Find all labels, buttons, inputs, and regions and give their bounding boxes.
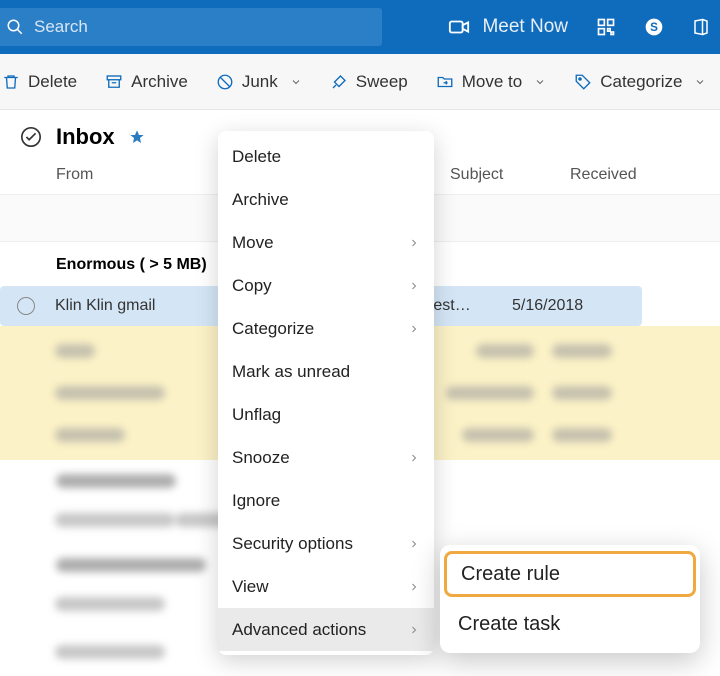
row-received: 5/16/2018 [512, 297, 642, 315]
ctx-archive-label: Archive [232, 190, 289, 210]
ctx-ignore-label: Ignore [232, 491, 280, 511]
blurred-text [55, 597, 165, 611]
ctx-security-label: Security options [232, 534, 353, 554]
chevron-down-icon [290, 76, 302, 88]
title-right-actions: Meet Now S [448, 16, 720, 38]
blurred-text [55, 386, 165, 400]
ctx-delete-label: Delete [232, 147, 281, 167]
sweep-label: Sweep [356, 72, 408, 92]
qr-icon[interactable] [596, 17, 616, 37]
blurred-text [476, 344, 534, 358]
ctx-categorize-label: Categorize [232, 319, 314, 339]
chevron-down-icon [694, 76, 706, 88]
sweep-icon [330, 73, 348, 91]
ctx-snooze[interactable]: Snooze [218, 436, 434, 479]
submenu-create-rule[interactable]: Create rule [444, 551, 696, 597]
sweep-button[interactable]: Sweep [330, 72, 408, 92]
chevron-right-icon [408, 581, 420, 593]
ctx-delete[interactable]: Delete [218, 135, 434, 178]
column-received[interactable]: Received [570, 166, 700, 184]
blurred-text [55, 428, 125, 442]
submenu-create-task-label: Create task [458, 613, 560, 636]
archive-button[interactable]: Archive [105, 72, 188, 92]
group-header-blurred[interactable] [56, 474, 176, 488]
ctx-advanced-actions[interactable]: Advanced actions [218, 608, 434, 651]
ctx-archive[interactable]: Archive [218, 178, 434, 221]
search-input[interactable] [34, 17, 372, 37]
ctx-ignore[interactable]: Ignore [218, 479, 434, 522]
search-icon [6, 18, 24, 36]
blurred-text [55, 645, 165, 659]
move-to-button[interactable]: Move to [436, 72, 546, 92]
ctx-copy[interactable]: Copy [218, 264, 434, 307]
submenu-create-rule-label: Create rule [461, 563, 560, 586]
context-menu: Delete Archive Move Copy Categorize Mark… [218, 131, 434, 655]
ctx-categorize[interactable]: Categorize [218, 307, 434, 350]
ctx-mark-unread-label: Mark as unread [232, 362, 350, 382]
ctx-view[interactable]: View [218, 565, 434, 608]
folder-name: Inbox [56, 124, 115, 150]
select-all-icon[interactable] [20, 126, 42, 148]
blurred-text [55, 513, 175, 527]
tag-icon [574, 73, 592, 91]
categorize-button[interactable]: Categorize [574, 72, 706, 92]
ctx-unflag[interactable]: Unflag [218, 393, 434, 436]
skype-icon[interactable]: S [644, 17, 664, 37]
junk-label: Junk [242, 72, 278, 92]
chevron-down-icon [534, 76, 546, 88]
column-subject[interactable]: Subject [450, 166, 570, 184]
chevron-right-icon [408, 452, 420, 464]
meet-now-label: Meet Now [482, 16, 568, 38]
ctx-move[interactable]: Move [218, 221, 434, 264]
ctx-mark-unread[interactable]: Mark as unread [218, 350, 434, 393]
chevron-right-icon [408, 323, 420, 335]
ctx-view-label: View [232, 577, 269, 597]
group-header-blurred[interactable] [56, 558, 206, 572]
chevron-right-icon [408, 538, 420, 550]
meet-now-button[interactable]: Meet Now [448, 16, 568, 38]
submenu-advanced-actions: Create rule Create task [440, 545, 700, 653]
ctx-security-options[interactable]: Security options [218, 522, 434, 565]
search-field[interactable] [0, 8, 382, 46]
chevron-right-icon [408, 280, 420, 292]
ctx-unflag-label: Unflag [232, 405, 281, 425]
blurred-text [552, 428, 612, 442]
chevron-right-icon [408, 624, 420, 636]
archive-icon [105, 73, 123, 91]
delete-button[interactable]: Delete [2, 72, 77, 92]
favorite-star-icon[interactable] [129, 129, 145, 145]
svg-text:S: S [650, 21, 658, 34]
chevron-right-icon [408, 237, 420, 249]
submenu-create-task[interactable]: Create task [440, 599, 700, 649]
delete-label: Delete [28, 72, 77, 92]
categorize-label: Categorize [600, 72, 682, 92]
ctx-move-label: Move [232, 233, 274, 253]
ctx-snooze-label: Snooze [232, 448, 290, 468]
junk-button[interactable]: Junk [216, 72, 302, 92]
row-select-circle[interactable] [17, 297, 35, 315]
app-titlebar: Meet Now S [0, 0, 720, 54]
blurred-text [55, 344, 95, 358]
office-icon[interactable] [692, 16, 710, 38]
archive-label: Archive [131, 72, 188, 92]
folder-move-icon [436, 73, 454, 91]
blurred-text [552, 344, 612, 358]
message-toolbar: Delete Archive Junk Sweep Move to [0, 54, 720, 110]
blurred-text [446, 386, 534, 400]
move-to-label: Move to [462, 72, 522, 92]
ctx-copy-label: Copy [232, 276, 272, 296]
junk-icon [216, 73, 234, 91]
blurred-text [552, 386, 612, 400]
ctx-advanced-label: Advanced actions [232, 620, 366, 640]
blurred-text [462, 428, 534, 442]
video-icon [448, 16, 470, 38]
trash-icon [2, 73, 20, 91]
